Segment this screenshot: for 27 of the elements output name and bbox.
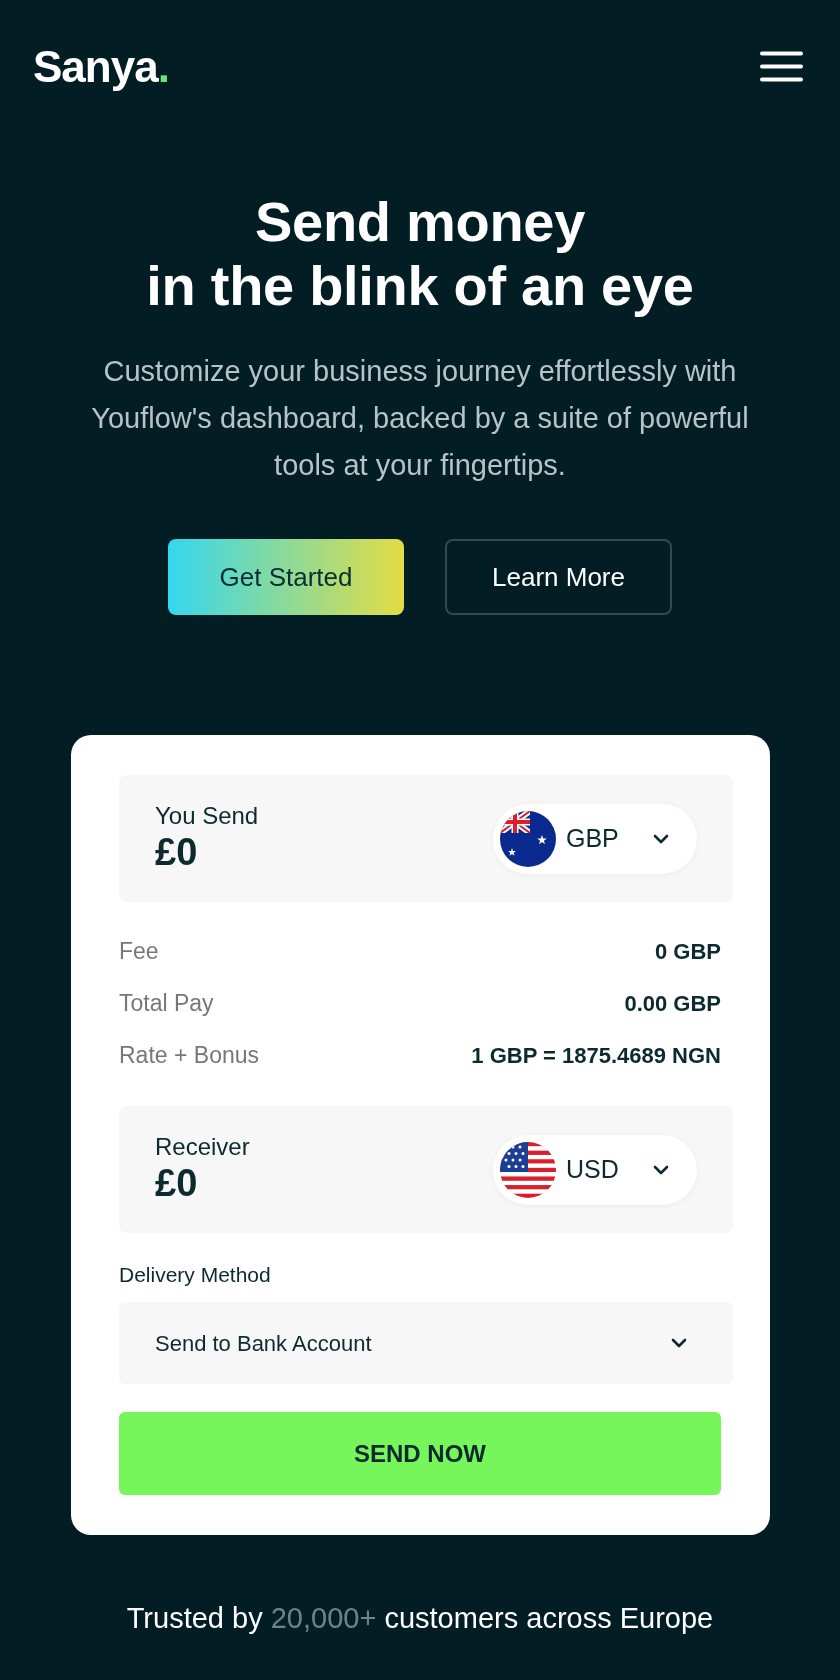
amount-label: You Send bbox=[155, 802, 259, 832]
chevron-down-icon bbox=[653, 1164, 669, 1175]
get-started-button[interactable]: Get Started bbox=[168, 539, 404, 615]
logo[interactable]: Sanya. bbox=[33, 45, 169, 89]
summary-value: 0 GBP bbox=[654, 937, 721, 966]
currency-select[interactable]: GBP bbox=[493, 803, 697, 874]
amount-input[interactable]: £0 bbox=[155, 1162, 250, 1206]
summary-value: 0.00 GBP bbox=[624, 989, 721, 1018]
hero-heading: Send money in the blink of an eye bbox=[145, 190, 695, 318]
summary-value: 1 GBP = 1875.4689 NGN bbox=[471, 1041, 721, 1070]
summary-label: Rate + Bonus bbox=[119, 1040, 259, 1070]
menu-icon[interactable] bbox=[760, 51, 803, 82]
currency-select[interactable]: USD bbox=[493, 1134, 697, 1205]
chevron-down-icon bbox=[653, 833, 669, 844]
amount-input[interactable]: £0 bbox=[155, 831, 259, 875]
delivery-method-select[interactable]: Send to Bank Account bbox=[119, 1302, 733, 1384]
chevron-down-icon bbox=[671, 1338, 687, 1348]
trust-statement: Trusted by 20,000+ customers across Europe bbox=[125, 1601, 715, 1636]
flag-icon bbox=[500, 810, 556, 867]
flag-icon bbox=[500, 1141, 556, 1198]
summary-label: Fee bbox=[119, 936, 159, 966]
send-now-button[interactable]: SEND NOW bbox=[119, 1412, 721, 1495]
delivery-method-label: Delivery Method bbox=[119, 1262, 272, 1287]
hero-subtitle: Customize your business journey effortlessly with Youflow's dashboard, backed by a suite of powerful tools at your fingertips. bbox=[90, 354, 750, 483]
amount-label: Receiver bbox=[155, 1133, 250, 1163]
summary-label: Total Pay bbox=[119, 988, 214, 1018]
learn-more-button[interactable]: Learn More bbox=[445, 539, 672, 615]
